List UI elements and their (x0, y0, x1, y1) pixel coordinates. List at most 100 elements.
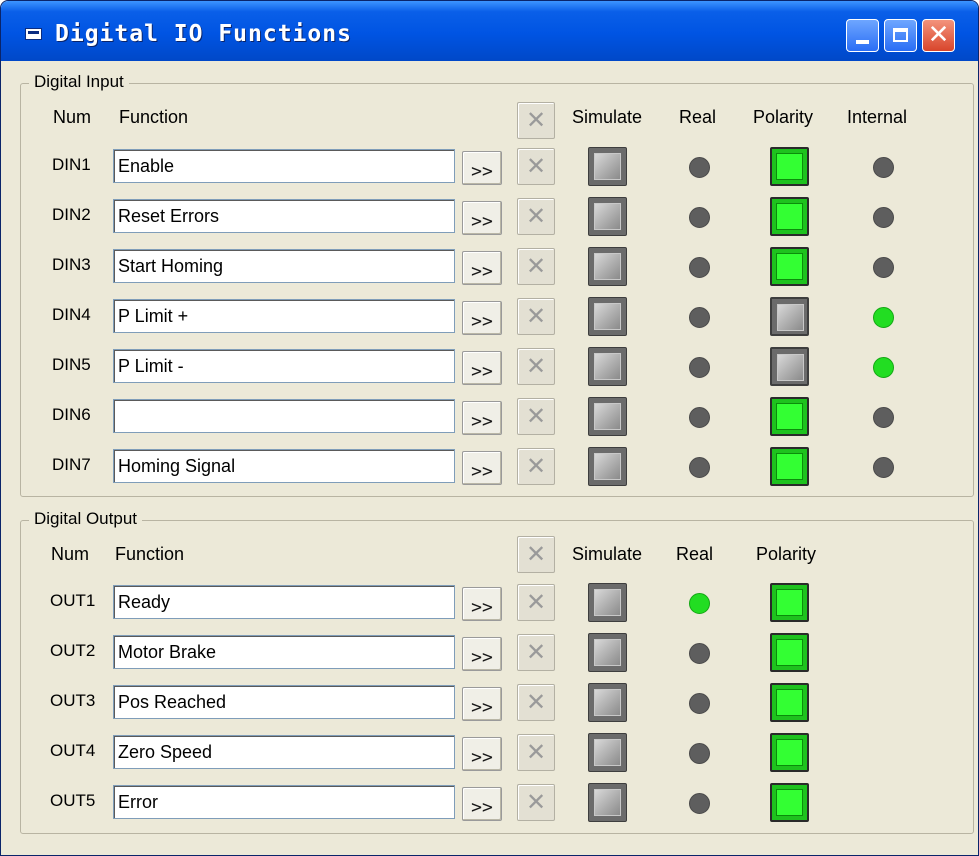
dout-header-num: Num (51, 544, 90, 564)
din-function-field[interactable]: Homing Signal (113, 449, 455, 483)
clear-icon: ✕ (525, 688, 547, 716)
din-clear-button[interactable]: ✕ (517, 348, 555, 385)
din-select-function-button[interactable]: >> (462, 401, 502, 435)
din-polarity-toggle[interactable] (770, 397, 809, 436)
din-clear-button[interactable]: ✕ (517, 198, 555, 235)
din-real-indicator (689, 407, 710, 428)
dout-simulate-toggle[interactable] (588, 783, 627, 822)
dout-select-function-button[interactable]: >> (462, 687, 502, 721)
din-simulate-toggle[interactable] (588, 447, 627, 486)
din-select-function-button[interactable]: >> (462, 351, 502, 385)
dout-clear-button[interactable]: ✕ (517, 684, 555, 721)
din-polarity-toggle[interactable] (770, 447, 809, 486)
din-header-internal: Internal (847, 107, 908, 127)
minimize-icon (856, 40, 869, 44)
din-clear-button[interactable]: ✕ (517, 248, 555, 285)
digital-input-label: Digital Input (29, 72, 129, 92)
dout-real-indicator (689, 743, 710, 764)
clear-icon: ✕ (525, 352, 547, 380)
din-polarity-toggle[interactable] (770, 147, 809, 186)
dout-polarity-toggle[interactable] (770, 733, 809, 772)
dout-clear-all-button[interactable]: ✕ (517, 536, 555, 573)
din-function-field[interactable]: P Limit - (113, 349, 455, 383)
dout-select-function-button[interactable]: >> (462, 587, 502, 621)
maximize-icon (893, 28, 908, 42)
dout-row-num: OUT4 (50, 741, 96, 760)
din-header-polarity: Polarity (753, 107, 814, 127)
dout-function-field[interactable]: Error (113, 785, 455, 819)
din-row-num: DIN3 (52, 255, 91, 274)
din-row-num: DIN6 (52, 405, 91, 424)
din-header-real: Real (679, 107, 717, 127)
dout-simulate-toggle[interactable] (588, 733, 627, 772)
dout-simulate-toggle[interactable] (588, 633, 627, 672)
din-internal-indicator (873, 357, 894, 378)
din-function-field[interactable]: P Limit + (113, 299, 455, 333)
dout-simulate-toggle[interactable] (588, 683, 627, 722)
dout-polarity-toggle[interactable] (770, 683, 809, 722)
din-polarity-toggle[interactable] (770, 347, 809, 386)
din-polarity-toggle[interactable] (770, 197, 809, 236)
title-bar[interactable]: Digital IO Functions ✕ (1, 1, 978, 61)
din-header-num: Num (53, 107, 92, 127)
close-button[interactable]: ✕ (922, 19, 955, 52)
dout-clear-button[interactable]: ✕ (517, 634, 555, 671)
din-clear-button[interactable]: ✕ (517, 148, 555, 185)
maximize-button[interactable] (884, 19, 917, 52)
din-clear-button[interactable]: ✕ (517, 298, 555, 335)
din-select-function-button[interactable]: >> (462, 151, 502, 185)
dout-header-simulate: Simulate (572, 544, 643, 564)
din-internal-indicator (873, 407, 894, 428)
dout-select-function-button[interactable]: >> (462, 737, 502, 771)
dout-select-function-button[interactable]: >> (462, 787, 502, 821)
window-icon (25, 28, 42, 40)
dout-polarity-toggle[interactable] (770, 583, 809, 622)
din-polarity-toggle[interactable] (770, 297, 809, 336)
clear-icon: ✕ (525, 302, 547, 330)
dout-select-function-button[interactable]: >> (462, 637, 502, 671)
din-clear-button[interactable]: ✕ (517, 448, 555, 485)
clear-icon: ✕ (525, 588, 547, 616)
din-select-function-button[interactable]: >> (462, 251, 502, 285)
din-simulate-toggle[interactable] (588, 397, 627, 436)
dout-function-field[interactable]: Motor Brake (113, 635, 455, 669)
dout-real-indicator (689, 793, 710, 814)
din-simulate-toggle[interactable] (588, 347, 627, 386)
din-function-field[interactable]: Enable (113, 149, 455, 183)
din-polarity-toggle[interactable] (770, 247, 809, 286)
din-row-num: DIN5 (52, 355, 91, 374)
din-simulate-toggle[interactable] (588, 147, 627, 186)
dout-clear-button[interactable]: ✕ (517, 784, 555, 821)
dout-function-field[interactable]: Zero Speed (113, 735, 455, 769)
din-simulate-toggle[interactable] (588, 197, 627, 236)
din-clear-all-button[interactable]: ✕ (517, 102, 555, 139)
clear-icon: ✕ (525, 152, 547, 180)
dout-simulate-toggle[interactable] (588, 583, 627, 622)
din-function-field[interactable]: Reset Errors (113, 199, 455, 233)
dout-clear-button[interactable]: ✕ (517, 584, 555, 621)
din-function-field[interactable]: Start Homing (113, 249, 455, 283)
din-function-field[interactable] (113, 399, 455, 433)
dout-polarity-toggle[interactable] (770, 633, 809, 672)
din-simulate-toggle[interactable] (588, 297, 627, 336)
dout-header-function: Function (115, 544, 185, 564)
dout-function-field[interactable]: Ready (113, 585, 455, 619)
din-internal-indicator (873, 457, 894, 478)
din-real-indicator (689, 307, 710, 328)
dout-clear-button[interactable]: ✕ (517, 734, 555, 771)
dout-function-field[interactable]: Pos Reached (113, 685, 455, 719)
clear-icon: ✕ (525, 788, 547, 816)
din-select-function-button[interactable]: >> (462, 301, 502, 335)
din-real-indicator (689, 457, 710, 478)
din-header-function: Function (119, 107, 189, 127)
din-select-function-button[interactable]: >> (462, 451, 502, 485)
din-internal-indicator (873, 257, 894, 278)
din-simulate-toggle[interactable] (588, 247, 627, 286)
clear-icon: ✕ (525, 738, 547, 766)
din-select-function-button[interactable]: >> (462, 201, 502, 235)
minimize-button[interactable] (846, 19, 879, 52)
dout-row-num: OUT3 (50, 691, 96, 710)
dout-polarity-toggle[interactable] (770, 783, 809, 822)
clear-icon: ✕ (525, 540, 547, 568)
din-clear-button[interactable]: ✕ (517, 398, 555, 435)
